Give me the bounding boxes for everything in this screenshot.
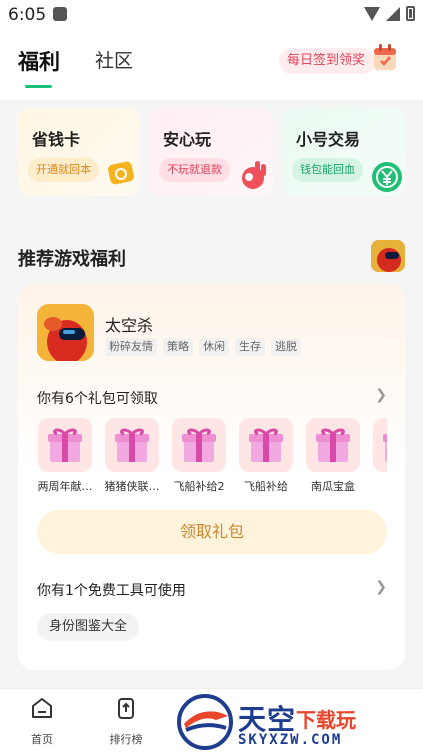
nav-ranking-label: 排行榜 — [109, 733, 143, 746]
free-tools-title[interactable]: 你有1个免费工具可使用 — [37, 580, 186, 600]
account-trade-card[interactable]: 小号交易 钱包能回血 — [282, 108, 405, 196]
home-icon — [32, 698, 52, 718]
status-time: 6:05 — [8, 5, 47, 25]
tool-item[interactable]: 身份图鉴大全 — [37, 613, 140, 641]
gift-item[interactable]: 飞船补给 — [238, 418, 294, 498]
game-name[interactable]: 太空杀 — [105, 312, 153, 336]
game-thumbnail-icon[interactable] — [371, 240, 405, 272]
top-header: 福利 社区 每日签到领奖 — [0, 30, 423, 100]
wifi-icon — [364, 6, 380, 21]
savings-card-icon — [108, 161, 134, 185]
status-indicators — [364, 6, 415, 21]
peace-of-mind-card[interactable]: 安心玩 不玩就退款 — [149, 108, 273, 196]
gift-label: 南瓜宝盒 — [311, 480, 355, 493]
nav-home[interactable]: 首页 — [12, 695, 72, 747]
account-trade-card-tagline: 钱包能回血 — [292, 158, 363, 182]
game-tag: 逃脱 — [271, 338, 301, 356]
gift-label: 猪猪侠联… — [104, 480, 160, 493]
chevron-right-icon[interactable]: ❯ — [375, 387, 387, 403]
gift-item[interactable]: 两周年献… — [37, 418, 93, 498]
game-tag: 粉碎友情 — [105, 338, 157, 356]
watermark-logo-icon — [177, 694, 233, 750]
feature-cards: 省钱卡 开通就回本 安心玩 不玩就退款 小号交易 钱包能回血 — [18, 108, 405, 196]
chevron-right-icon[interactable]: ❯ — [375, 579, 387, 595]
peace-of-mind-card-tagline: 不玩就退款 — [159, 158, 230, 182]
gift-label: 捣 — [372, 478, 387, 494]
yuan-coin-icon — [372, 162, 402, 192]
gift-label: 飞船补给2 — [173, 480, 225, 493]
savings-card[interactable]: 省钱卡 开通就回本 — [18, 108, 140, 196]
tab-community[interactable]: 社区 — [95, 46, 133, 73]
game-tags: 粉碎友情 策略 休闲 生存 逃脱 — [105, 338, 301, 356]
game-tag: 策略 — [163, 338, 193, 356]
notification-icon — [53, 7, 67, 21]
watermark-brand-suffix: 下载玩 — [296, 708, 356, 732]
ranking-icon — [118, 698, 134, 719]
watermark-url: SKYXZW.COM — [238, 732, 343, 748]
gift-list: 两周年献… 猪猪侠联… 飞船补给2 飞船补给 南瓜宝盒 — [37, 418, 387, 498]
daily-checkin-button[interactable]: 每日签到领奖 — [279, 48, 375, 74]
battery-icon — [406, 6, 415, 21]
gift-box-icon — [172, 418, 226, 472]
claim-gift-button[interactable]: 领取礼包 — [37, 510, 387, 554]
game-welfare-card: 太空杀 粉碎友情 策略 休闲 生存 逃脱 你有6个礼包可领取 ❯ 两周年献… 猪… — [18, 284, 405, 670]
gift-item[interactable]: 捣 — [372, 418, 387, 498]
account-trade-card-title: 小号交易 — [296, 130, 361, 149]
gift-box-icon — [105, 418, 159, 472]
gift-box-icon — [239, 418, 293, 472]
gift-box-icon — [306, 418, 360, 472]
gift-item[interactable]: 南瓜宝盒 — [305, 418, 361, 498]
gift-box-icon — [373, 418, 387, 472]
cellular-signal-icon — [386, 6, 400, 21]
gift-item[interactable]: 猪猪侠联… — [104, 418, 160, 498]
tab-welfare[interactable]: 福利 — [18, 46, 60, 76]
game-icon[interactable] — [37, 304, 94, 361]
nav-home-label: 首页 — [31, 733, 53, 746]
savings-card-tagline: 开通就回本 — [28, 158, 99, 182]
active-tab-indicator — [25, 85, 52, 88]
gift-item[interactable]: 飞船补给2 — [171, 418, 227, 498]
gift-box-icon — [38, 418, 92, 472]
game-tag: 生存 — [235, 338, 265, 356]
gift-count-title[interactable]: 你有6个礼包可领取 — [37, 388, 158, 408]
calendar-gift-icon[interactable] — [372, 42, 400, 72]
status-bar: 6:05 — [0, 0, 423, 30]
peace-of-mind-card-title: 安心玩 — [163, 130, 212, 149]
game-tag: 休闲 — [199, 338, 229, 356]
savings-card-title: 省钱卡 — [32, 130, 81, 149]
nav-ranking[interactable]: 排行榜 — [96, 695, 156, 747]
gift-label: 飞船补给 — [244, 480, 288, 493]
section-title: 推荐游戏福利 — [18, 249, 126, 270]
gift-label: 两周年献… — [37, 480, 93, 493]
ok-hand-icon — [242, 161, 266, 189]
site-watermark: 天空 下载玩 SKYXZW.COM — [176, 692, 423, 752]
